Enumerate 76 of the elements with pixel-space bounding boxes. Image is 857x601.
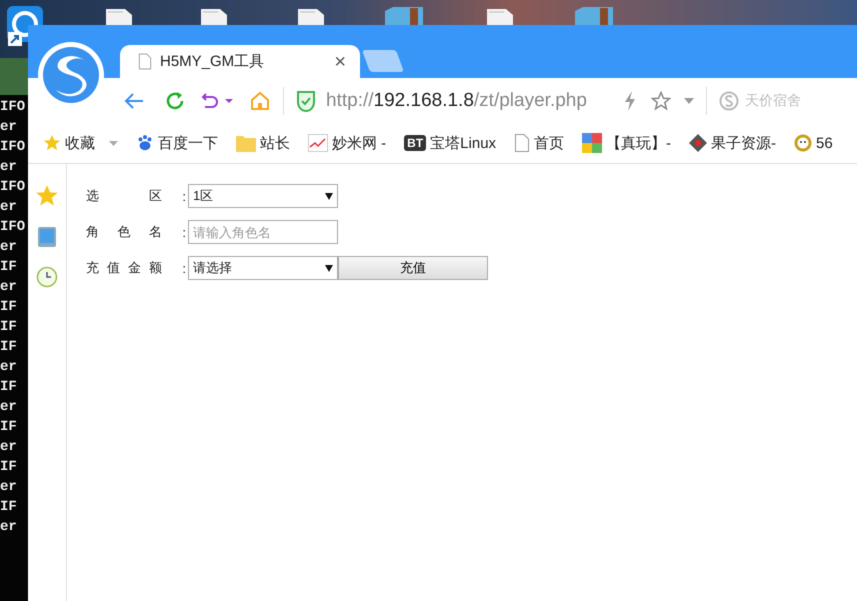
field-label: 角色名 [86,223,162,241]
console-text: IF [0,298,18,317]
bookmark-link[interactable]: 收藏 [65,134,95,152]
new-tab-button[interactable] [362,50,404,72]
field-label: 充值金额 [86,259,162,277]
bookmark-link[interactable]: 首页 [534,134,564,152]
input-field[interactable]: 请输入角色名 [188,220,338,244]
console-text: IF [0,458,18,477]
dropdown[interactable]: 1区 [188,184,338,208]
bookmark-star-icon[interactable] [650,90,671,110]
home-icon[interactable] [249,90,271,112]
file-icon[interactable] [486,9,514,25]
chart-icon [308,134,328,152]
paw-icon [136,134,154,152]
file-icon[interactable] [200,9,228,25]
recharge-button[interactable]: 充值 [338,256,488,280]
tiles-icon [582,133,602,153]
back-icon[interactable] [123,90,145,110]
console-text: er [0,238,18,257]
console-text: IF [0,338,18,357]
console-text: er [0,158,18,177]
console-text: er [0,358,18,377]
console-text: IF [0,378,18,397]
bookmark-link[interactable]: 百度一下 [158,134,218,152]
console-text: er [0,278,18,297]
page-icon [514,134,530,152]
bookmark-link[interactable]: 果子资源- [711,134,776,152]
caret-icon [325,264,333,272]
lightning-icon[interactable] [622,90,637,110]
console-text: er [0,518,18,537]
console-text: IF [0,418,18,437]
console-text: er [0,438,18,457]
file-icon[interactable] [105,9,133,25]
console-text: er [0,398,18,417]
folder-icon [236,134,256,152]
tablet-icon[interactable] [37,226,57,248]
caret-icon[interactable] [684,98,694,104]
colon: : [181,188,187,204]
archive-icon[interactable] [385,7,425,25]
console-text: IF [0,318,18,337]
console-text: IFO [0,178,26,197]
star-icon [43,134,61,152]
caret-icon [325,192,333,200]
page-icon [138,53,152,70]
star-icon[interactable] [35,184,59,208]
bookmark-link[interactable]: 站长 [260,134,290,152]
console-text: er [0,198,18,217]
caret-icon[interactable] [109,140,118,146]
shield-icon[interactable] [296,90,316,112]
bookmark-link[interactable]: 妙米网 - [332,134,386,152]
undo-icon[interactable] [201,90,221,110]
diamond-icon [689,134,708,152]
caret-icon[interactable] [225,98,233,104]
console-text: IF [0,258,18,277]
address-field[interactable]: http://192.168.1.8/zt/player.php [326,90,587,112]
console-text: IFO [0,98,26,117]
colon: : [181,260,187,276]
browser-tab[interactable]: H5MY_GM工具 × [120,45,360,78]
file-icon[interactable] [297,9,325,25]
console-text: IF [0,498,18,517]
console-text: IFO [0,218,26,237]
colon: : [181,224,187,240]
console-text: er [0,118,18,137]
refresh-icon[interactable] [164,90,186,112]
bookmark-link[interactable]: 【真玩】- [606,134,672,152]
archive-icon[interactable] [575,7,615,25]
badge-icon: BT [404,135,426,151]
bookmark-link[interactable]: 宝塔Linux [430,134,496,152]
console-text: er [0,478,18,497]
close-icon[interactable]: × [334,52,346,72]
field-label: 选区 [86,187,162,205]
clock-icon[interactable] [36,266,58,288]
console-text: IFO [0,138,26,157]
bookmark-link[interactable]: 56 [816,134,833,152]
search-engine-icon[interactable] [718,90,739,110]
dropdown[interactable]: 请选择 [188,256,338,280]
